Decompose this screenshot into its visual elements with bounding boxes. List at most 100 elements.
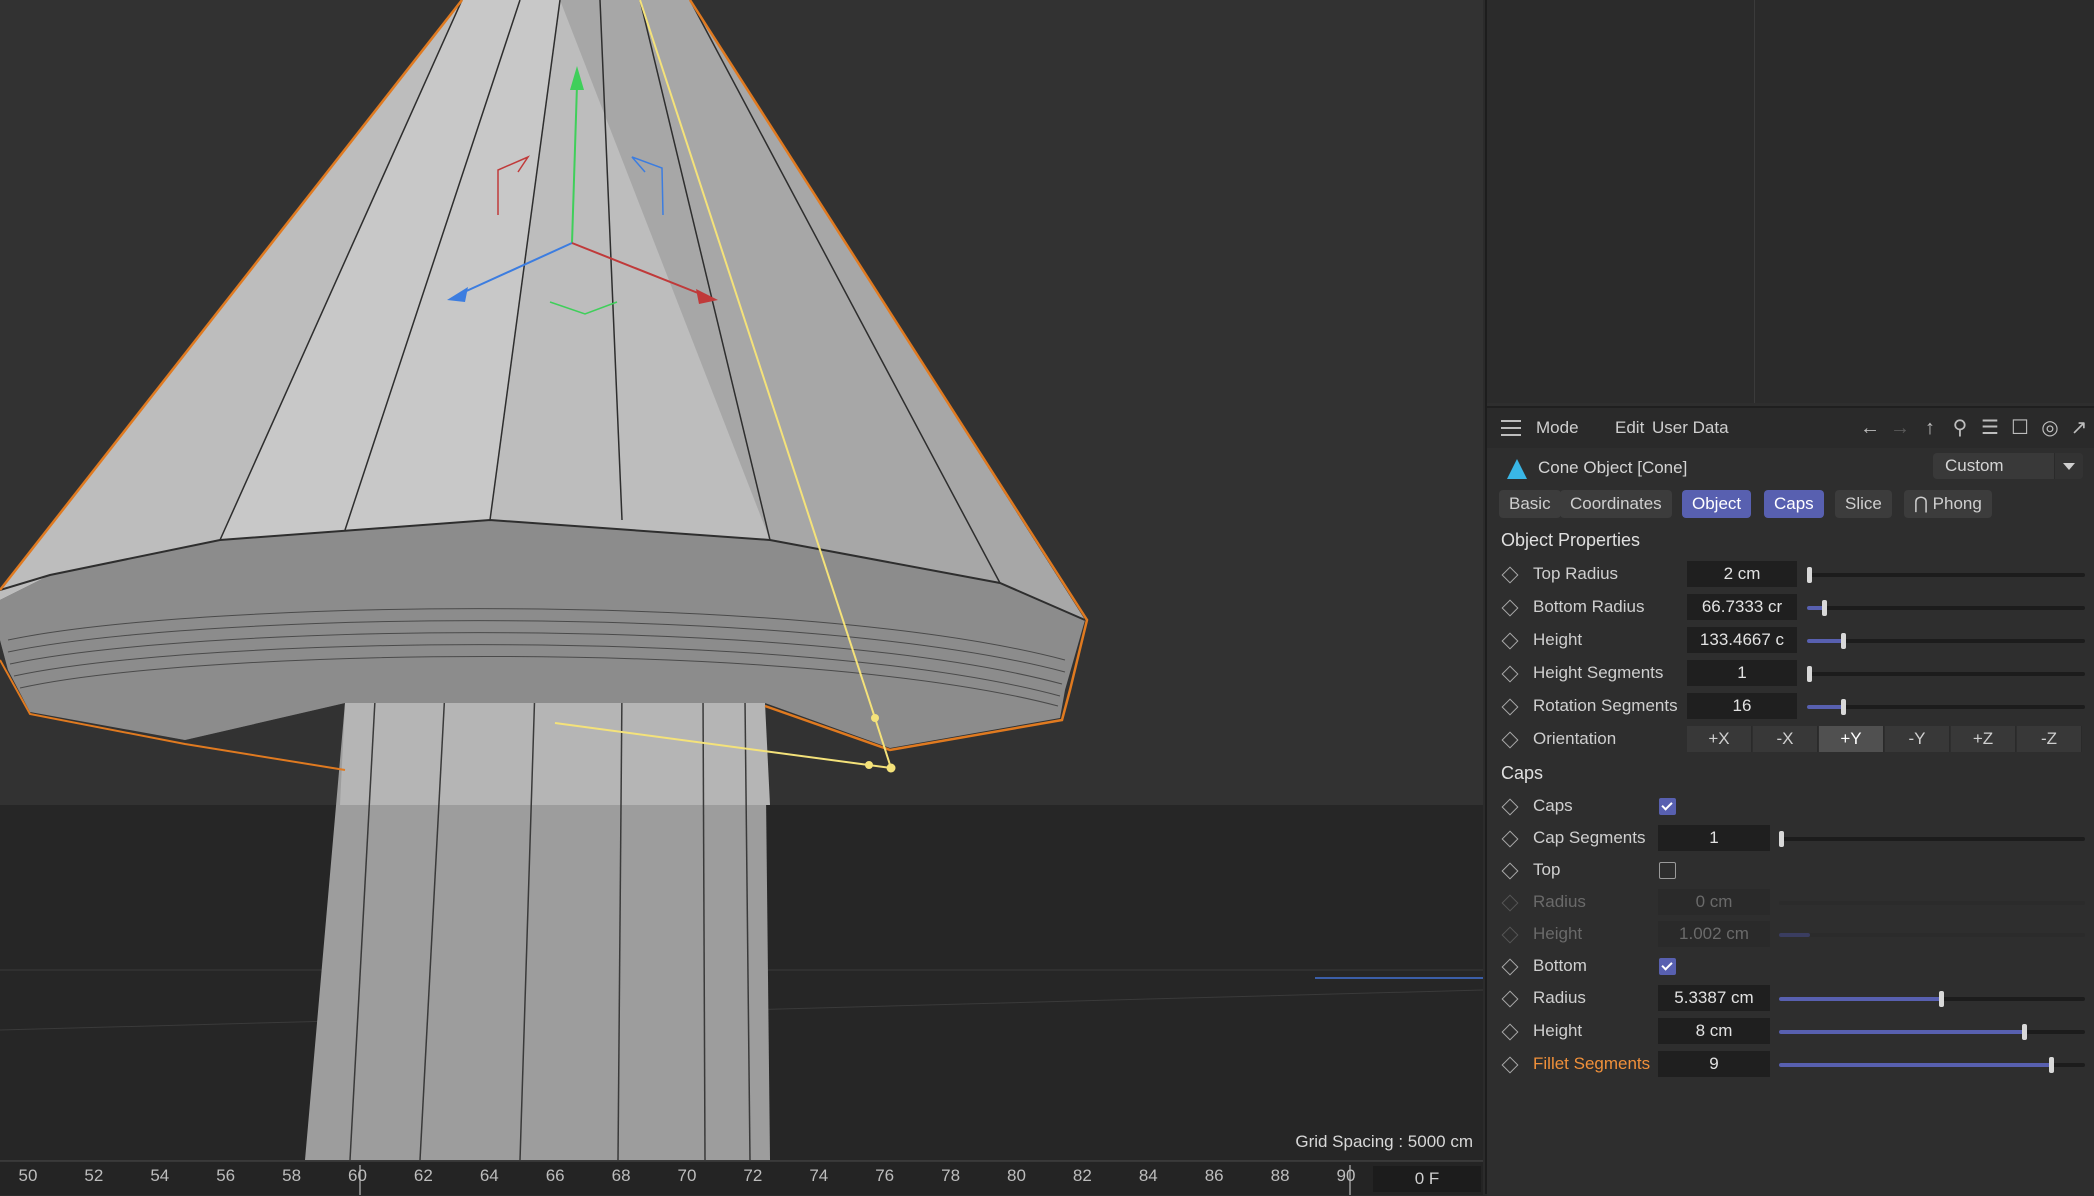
bottom-radius-slider[interactable] [1807, 600, 2085, 616]
top-cap-radius-field: 0 cm [1658, 889, 1770, 915]
keyframe-diamond-icon[interactable] [1501, 632, 1519, 650]
orientation-minus-z[interactable]: -Z [2017, 726, 2082, 752]
tab-coordinates[interactable]: Coordinates [1560, 490, 1672, 518]
cap-segments-slider[interactable] [1779, 831, 2085, 847]
tab-phong[interactable]: ⋂ Phong [1904, 490, 1992, 518]
object-manager[interactable] [1487, 0, 2094, 403]
timeline-tick-label: 50 [18, 1166, 38, 1185]
bottom-cap-height-field[interactable]: 8 cm [1658, 1018, 1770, 1044]
keyframe-diamond-icon[interactable] [1501, 862, 1519, 880]
bottom-radius-field[interactable]: 66.7333 cr [1687, 594, 1797, 620]
new-window-icon[interactable]: ↗ [2067, 416, 2091, 440]
rotation-segments-field[interactable]: 16 [1687, 693, 1797, 719]
timeline-tick-label: 82 [1072, 1166, 1092, 1185]
orientation-minus-x[interactable]: -X [1753, 726, 1818, 752]
chevron-down-icon[interactable] [2054, 453, 2083, 479]
height-slider[interactable] [1807, 633, 2085, 649]
forward-arrow-icon[interactable]: → [1888, 416, 1912, 440]
handle-point[interactable] [865, 761, 873, 769]
bottom-checkbox[interactable] [1659, 958, 1676, 975]
keyframe-diamond-icon[interactable] [1501, 830, 1519, 848]
orientation-plus-z[interactable]: +Z [1951, 726, 2016, 752]
row-height: Height 133.4667 c [1487, 626, 2094, 656]
stem-upper [340, 703, 770, 805]
current-frame-field[interactable]: 0 F [1373, 1166, 1481, 1192]
rotation-segments-label: Rotation Segments [1533, 696, 1678, 715]
search-icon[interactable]: ⚲ [1948, 416, 1972, 440]
timeline-tick-label: 80 [1007, 1166, 1026, 1185]
caps-heading: Caps [1501, 763, 1544, 783]
menu-mode[interactable]: Mode [1536, 418, 1579, 438]
height-segments-field[interactable]: 1 [1687, 660, 1797, 686]
tab-basic[interactable]: Basic [1499, 490, 1561, 518]
viewport-scene[interactable] [0, 0, 1483, 1160]
timeline-tick-label: 56 [216, 1166, 236, 1185]
handle-point[interactable] [871, 714, 879, 722]
keyframe-diamond-icon[interactable] [1501, 990, 1519, 1008]
timeline-ruler[interactable]: 50 52 54 56 58 60 62 64 66 68 70 72 74 76 78 80 82 84 86 88… [0, 1160, 1483, 1195]
fillet-segments-field[interactable]: 9 [1658, 1051, 1770, 1077]
handle-point[interactable] [886, 763, 896, 773]
lock-icon[interactable]: ☐ [2008, 416, 2032, 440]
keyframe-diamond-icon[interactable] [1501, 665, 1519, 683]
top-radius-label: Top Radius [1533, 564, 1619, 583]
height-field[interactable]: 133.4667 c [1687, 627, 1797, 653]
hamburger-menu-icon[interactable] [1501, 420, 1521, 436]
timeline-tick-label: 88 [1270, 1166, 1290, 1185]
up-arrow-icon[interactable]: ↑ [1918, 416, 1942, 440]
top-cap-radius-slider [1779, 901, 2085, 905]
keyframe-diamond-icon[interactable] [1501, 958, 1519, 976]
orientation-plus-x[interactable]: +X [1687, 726, 1752, 752]
menu-edit[interactable]: Edit [1615, 418, 1644, 438]
keyframe-diamond-icon[interactable] [1501, 599, 1519, 617]
timeline-tick-label: 84 [1138, 1166, 1158, 1185]
height-label: Height [1533, 630, 1583, 649]
keyframe-diamond-icon[interactable] [1501, 698, 1519, 716]
tab-object[interactable]: Object [1682, 490, 1752, 518]
keyframe-diamond-icon[interactable] [1501, 798, 1519, 816]
back-arrow-icon[interactable]: ← [1858, 416, 1882, 440]
tab-phong-label: Phong [1932, 494, 1982, 513]
side-panel: Mode Edit User Data ← → ↑ ⚲ ☰ ☐ ◎ ↗ Cone… [1485, 0, 2094, 1196]
phong-icon: ⋂ [1914, 494, 1933, 513]
layout-dropdown[interactable]: Custom [1933, 453, 2083, 479]
menu-user-data[interactable]: User Data [1652, 418, 1729, 438]
row-bottom-cap-height: Height 8 cm [1487, 1017, 2094, 1047]
orientation-buttons: +X -X +Y -Y +Z -Z [1687, 726, 2082, 752]
viewport[interactable]: Grid Spacing : 5000 cm [0, 0, 1483, 1160]
rotation-segments-slider[interactable] [1807, 699, 2085, 715]
bottom-cap-radius-slider[interactable] [1779, 991, 2085, 1007]
orientation-minus-y[interactable]: -Y [1885, 726, 1950, 752]
orientation-plus-y[interactable]: +Y [1819, 726, 1884, 752]
attribute-manager: Mode Edit User Data ← → ↑ ⚲ ☰ ☐ ◎ ↗ Cone… [1487, 406, 2094, 1196]
bottom-radius-label: Bottom Radius [1533, 597, 1645, 616]
row-fillet-segments: Fillet Segments 9 [1487, 1050, 2094, 1080]
tab-slice[interactable]: Slice [1835, 490, 1892, 518]
bottom-cap-radius-field[interactable]: 5.3387 cm [1658, 985, 1770, 1011]
filter-icon[interactable]: ☰ [1978, 416, 2002, 440]
row-rotation-segments: Rotation Segments 16 [1487, 692, 2094, 722]
row-bottom-cap-radius: Radius 5.3387 cm [1487, 984, 2094, 1014]
fillet-segments-slider[interactable] [1779, 1057, 2085, 1073]
caps-checkbox[interactable] [1659, 798, 1676, 815]
top-checkbox[interactable] [1659, 862, 1676, 879]
top-cap-height-slider [1779, 933, 2085, 937]
bottom-cap-height-slider[interactable] [1779, 1024, 2085, 1040]
timeline-tick-label: 76 [875, 1166, 895, 1185]
row-cap-segments: Cap Segments 1 [1487, 824, 2094, 854]
keyframe-diamond-icon[interactable] [1501, 1056, 1519, 1074]
cap-segments-label: Cap Segments [1533, 828, 1646, 847]
timeline-tick-label: 54 [150, 1166, 170, 1185]
keyframe-diamond-icon[interactable] [1501, 731, 1519, 749]
keyframe-diamond-icon[interactable] [1501, 566, 1519, 584]
keyframe-diamond-icon [1501, 894, 1519, 912]
cap-segments-field[interactable]: 1 [1658, 825, 1770, 851]
top-radius-field[interactable]: 2 cm [1687, 561, 1797, 587]
top-label: Top [1533, 860, 1561, 879]
top-cap-radius-label: Radius [1533, 892, 1586, 911]
tab-caps[interactable]: Caps [1764, 490, 1824, 518]
height-segments-slider[interactable] [1807, 666, 2085, 682]
top-radius-slider[interactable] [1807, 567, 2085, 583]
keyframe-diamond-icon[interactable] [1501, 1023, 1519, 1041]
target-icon[interactable]: ◎ [2038, 416, 2062, 440]
